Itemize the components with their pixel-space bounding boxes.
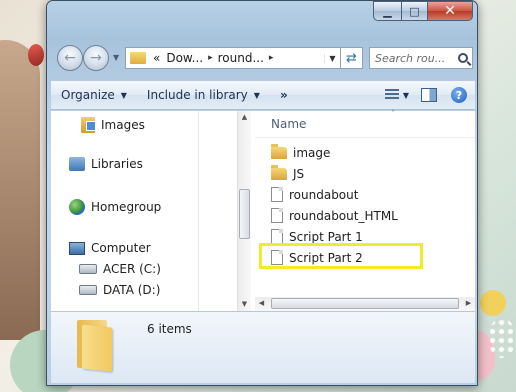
- folder-icon: [271, 144, 287, 159]
- command-bar-right: ▼ ?: [384, 81, 475, 109]
- nav-item-homegroup[interactable]: Homegroup: [69, 199, 161, 215]
- help-icon[interactable]: ?: [451, 87, 467, 103]
- item-count: 6 items: [147, 322, 192, 336]
- address-segment-roundabout[interactable]: round...: [215, 51, 267, 65]
- folder-icon: [77, 320, 113, 372]
- view-options-dropdown[interactable]: ▼: [403, 91, 409, 100]
- include-in-library-label: Include in library: [146, 88, 248, 102]
- file-icon: [271, 187, 283, 202]
- explorer-window: ▁ □ ✕ ← → ▼ « Dow... ▸ round... ▸ ▼ ⇄ Se…: [46, 0, 478, 386]
- wallpaper-flower-shape: [480, 290, 506, 316]
- file-name: JS: [293, 167, 305, 181]
- details-pane: 6 items: [51, 311, 475, 383]
- nav-item-label: Images: [101, 118, 145, 132]
- list-item[interactable]: roundabout_HTML: [271, 208, 398, 223]
- file-name: Script Part 1: [289, 229, 363, 244]
- content-area: Images Libraries Homegroup Computer ACER…: [51, 109, 475, 311]
- include-in-library-button[interactable]: Include in library ▼: [137, 81, 270, 109]
- nav-item-label: Libraries: [91, 157, 143, 171]
- scroll-up-icon[interactable]: ▲: [238, 111, 251, 124]
- nav-item-images[interactable]: Images: [81, 117, 145, 133]
- refresh-icon: ⇄: [346, 50, 357, 66]
- homegroup-icon: [69, 199, 85, 215]
- file-icon: [271, 208, 283, 223]
- address-overflow[interactable]: «: [150, 51, 163, 65]
- wallpaper-dots-shape: [488, 318, 516, 358]
- nav-item-label: ACER (C:): [103, 262, 161, 276]
- column-header-name[interactable]: Name: [271, 117, 306, 131]
- organize-menu-button[interactable]: Organize ▼: [51, 81, 137, 109]
- nav-item-drive-c[interactable]: ACER (C:): [79, 262, 161, 276]
- drive-icon: [79, 285, 97, 295]
- organize-label: Organize: [61, 88, 115, 102]
- nav-item-libraries[interactable]: Libraries: [69, 157, 143, 171]
- navigation-pane-scrollbar[interactable]: ▲ ▼: [237, 111, 251, 311]
- drive-icon: [79, 264, 97, 274]
- minimize-button[interactable]: ▁: [373, 1, 401, 21]
- list-item[interactable]: roundabout: [271, 187, 358, 202]
- search-input[interactable]: Search rou...: [369, 47, 473, 69]
- wallpaper-balloon-shape: [28, 44, 44, 66]
- file-list-horizontal-scrollbar[interactable]: ◀ ▶: [255, 297, 475, 311]
- scrollbar-thumb[interactable]: [271, 298, 459, 309]
- nav-item-label: Computer: [91, 241, 151, 255]
- chevron-down-icon: ▼: [253, 90, 260, 100]
- address-dropdown-icon[interactable]: ▼: [324, 53, 340, 63]
- nav-item-label: Homegroup: [91, 200, 162, 214]
- list-item[interactable]: image: [271, 144, 331, 160]
- back-arrow-icon: ←: [64, 50, 76, 66]
- address-segment-downloads[interactable]: Dow...: [163, 51, 206, 65]
- sort-ascending-icon: ˄: [391, 109, 395, 118]
- scroll-down-icon[interactable]: ▼: [238, 298, 251, 311]
- computer-icon: [69, 241, 85, 255]
- more-commands-button[interactable]: »: [270, 88, 298, 102]
- change-view-icon[interactable]: [384, 89, 399, 101]
- folder-icon: [271, 165, 287, 180]
- preview-pane-icon[interactable]: [421, 88, 437, 102]
- chevron-right-icon[interactable]: ▸: [206, 53, 215, 63]
- close-icon: ✕: [444, 3, 456, 19]
- list-item[interactable]: Script Part 1: [271, 229, 363, 244]
- minimize-icon: ▁: [383, 4, 392, 18]
- nav-item-label: DATA (D:): [103, 283, 161, 297]
- column-header-divider: [255, 137, 475, 138]
- maximize-icon: □: [409, 4, 420, 18]
- file-name: roundabout_HTML: [289, 208, 398, 223]
- chevron-down-icon: ▼: [120, 90, 127, 100]
- file-name: roundabout: [289, 187, 359, 202]
- recent-pages-dropdown[interactable]: ▼: [113, 53, 119, 62]
- maximize-button[interactable]: □: [401, 1, 427, 21]
- file-name: image: [293, 146, 331, 160]
- file-icon: [271, 229, 283, 244]
- libraries-icon: [69, 157, 85, 171]
- chevron-right-icon[interactable]: ▸: [267, 53, 276, 63]
- command-bar: Organize ▼ Include in library ▼ » ▼ ?: [51, 80, 475, 110]
- window-caption-buttons: ▁ □ ✕: [373, 1, 473, 21]
- scroll-left-icon[interactable]: ◀: [255, 297, 268, 310]
- forward-arrow-icon: →: [90, 50, 102, 66]
- images-library-icon: [81, 117, 96, 133]
- file-list-pane: ˄ Name image JS roundabout roundabout_HT…: [255, 109, 475, 311]
- search-icon[interactable]: [458, 53, 468, 63]
- highlight-annotation-box: [259, 243, 423, 269]
- refresh-button[interactable]: ⇄: [341, 47, 363, 69]
- forward-button[interactable]: →: [83, 45, 109, 71]
- wallpaper-tree-shape: [0, 40, 40, 340]
- folder-icon: [130, 52, 146, 64]
- close-button[interactable]: ✕: [427, 1, 473, 21]
- back-button[interactable]: ←: [57, 45, 83, 71]
- list-item[interactable]: JS: [271, 165, 305, 181]
- address-bar[interactable]: « Dow... ▸ round... ▸ ▼: [125, 47, 341, 69]
- search-placeholder: Search rou...: [375, 51, 446, 65]
- scrollbar-thumb[interactable]: [239, 189, 250, 239]
- nav-item-drive-d[interactable]: DATA (D:): [79, 283, 160, 297]
- scroll-right-icon[interactable]: ▶: [462, 297, 475, 310]
- navigation-pane: Images Libraries Homegroup Computer ACER…: [51, 111, 199, 311]
- nav-item-computer[interactable]: Computer: [69, 241, 151, 255]
- navigation-bar: ← → ▼ « Dow... ▸ round... ▸ ▼ ⇄ Search r…: [51, 43, 475, 73]
